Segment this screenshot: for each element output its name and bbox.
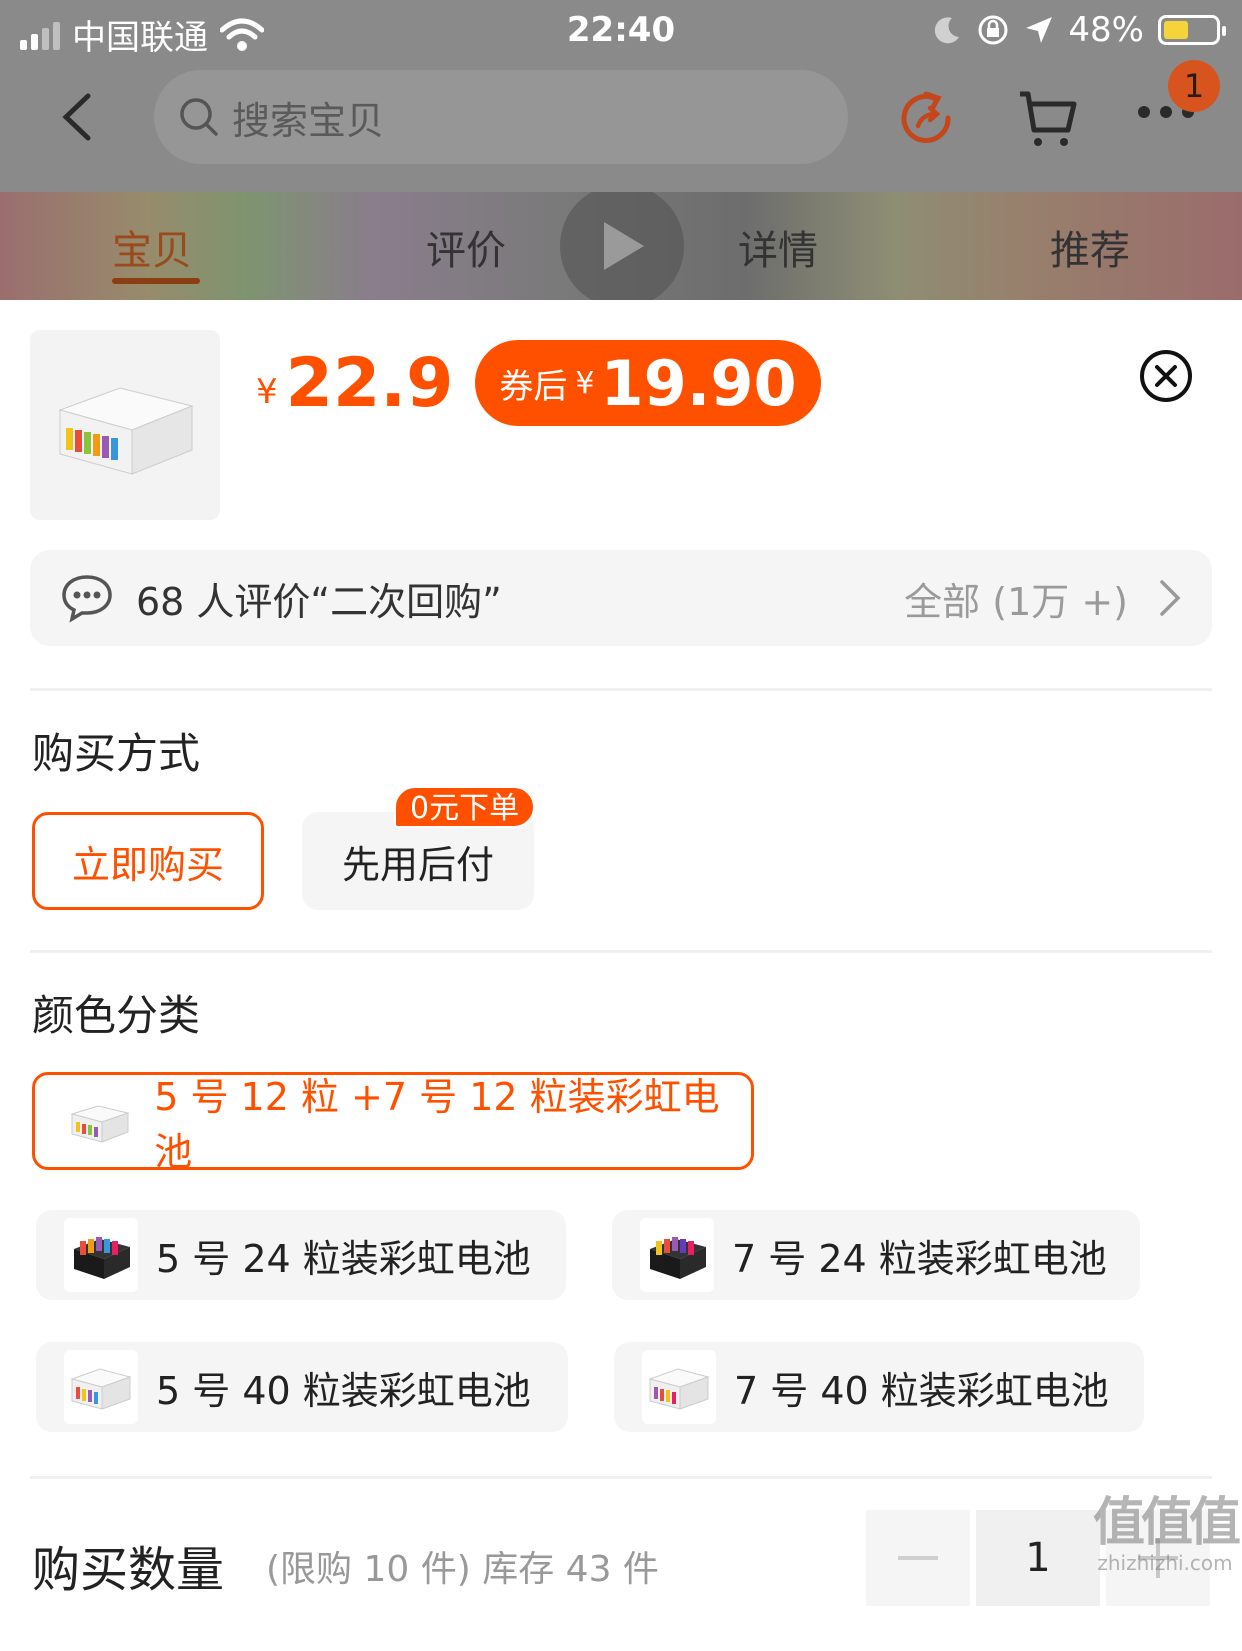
tab-details[interactable]: 详情 — [738, 218, 818, 276]
battery-box-image — [69, 1105, 130, 1143]
tab-reviews[interactable]: 评价 — [426, 218, 506, 276]
battery-box-image — [70, 1368, 132, 1410]
location-icon — [1026, 17, 1053, 43]
divider — [30, 688, 1212, 691]
tab-recommend[interactable]: 推荐 — [1050, 218, 1130, 276]
active-tab-indicator — [112, 278, 200, 284]
review-highlight: 68 人评价“二次回购” — [136, 579, 502, 624]
product-thumbnail — [30, 330, 220, 520]
option-label: 5 号 24 粒装彩虹电池 — [156, 1236, 531, 1281]
price-currency: ¥ — [256, 372, 278, 412]
color-option[interactable]: 5 号 40 粒装彩虹电池 — [36, 1342, 568, 1432]
sku-sheet: ¥ 22.9 券后 ¥ 19.90 68 人评价“二次回购” 全部 (1万 +)… — [0, 300, 1242, 1651]
status-right: 48% — [932, 10, 1226, 50]
watermark: 值值值 zhizhizhi.com — [1090, 1480, 1241, 1575]
close-icon[interactable] — [1138, 348, 1194, 404]
price-row: ¥ 22.9 券后 ¥ 19.90 — [256, 340, 821, 426]
battery-icon — [1158, 15, 1226, 45]
option-label: 7 号 24 粒装彩虹电池 — [732, 1236, 1107, 1281]
color-option[interactable]: 5 号 24 粒装彩虹电池 — [36, 1210, 566, 1300]
minus-icon — [898, 1556, 938, 1560]
quantity-note: (限购 10 件) 库存 43 件 — [266, 1549, 659, 1590]
watermark-logo: 值值值 — [1092, 1493, 1241, 1553]
color-option[interactable]: 7 号 24 粒装彩虹电池 — [612, 1210, 1140, 1300]
option-thumbnail — [640, 1218, 714, 1292]
option-thumbnail — [64, 1218, 138, 1292]
review-all-link[interactable]: 全部 (1万 +) — [904, 571, 1128, 626]
quantity-label: 购买数量 — [32, 1542, 225, 1598]
divider — [30, 1476, 1212, 1479]
video-play-icon[interactable] — [532, 192, 712, 300]
chevron-right-icon — [1160, 580, 1181, 616]
notification-badge: 1 — [1168, 60, 1220, 112]
option-thumbnail — [642, 1350, 716, 1424]
purchase-method-title: 购买方式 — [32, 729, 201, 778]
moon-icon — [935, 17, 960, 44]
coupon-currency: ¥ — [575, 365, 595, 401]
rotation-lock-icon — [978, 15, 1008, 45]
coupon-label: 券后 — [499, 366, 568, 407]
search-icon — [180, 98, 218, 136]
tab-item[interactable]: 宝贝 — [112, 218, 192, 276]
chat-bubble-icon — [62, 575, 112, 623]
color-option[interactable]: 5 号 12 粒 +7 号 12 粒装彩虹电池 — [32, 1072, 754, 1174]
battery-pack-image — [650, 1237, 706, 1279]
battery-pack-image — [74, 1237, 130, 1279]
navigation-bar: 搜索宝贝 1 — [0, 60, 1242, 172]
option-thumbnail — [64, 1350, 138, 1424]
option-label: 7 号 40 粒装彩虹电池 — [734, 1368, 1109, 1413]
pay-later-tag: 0元下单 — [394, 786, 536, 828]
price: 22.9 — [285, 343, 454, 423]
coupon-price: 19.90 — [600, 346, 797, 420]
search-input[interactable]: 搜索宝贝 — [154, 70, 848, 164]
back-arrow-icon[interactable] — [58, 92, 98, 142]
divider — [30, 950, 1212, 953]
review-summary-bar[interactable]: 68 人评价“二次回购” 全部 (1万 +) — [30, 550, 1212, 646]
option-thumbnail — [63, 1084, 137, 1158]
status-bar: 中国联通 22:40 48% — [0, 0, 1242, 62]
option-label: 5 号 12 粒 +7 号 12 粒装彩虹电池 — [154, 1075, 720, 1174]
battery-level — [1164, 21, 1188, 39]
battery-box-image — [648, 1368, 710, 1410]
quantity-value[interactable]: 1 — [976, 1510, 1100, 1606]
decrease-button[interactable] — [866, 1510, 970, 1606]
dimmed-background: 中国联通 22:40 48% 搜索宝贝 1 宝贝 评价 详情 推荐 — [0, 0, 1242, 300]
coupon-price-badge: 券后 ¥ 19.90 — [475, 340, 821, 426]
buy-now-option[interactable]: 立即购买 — [32, 812, 264, 910]
watermark-url: zhizhizhi.com — [1097, 1551, 1233, 1575]
color-category-title: 颜色分类 — [32, 991, 201, 1040]
battery-box-image — [58, 387, 194, 475]
option-label: 5 号 40 粒装彩虹电池 — [156, 1368, 531, 1413]
color-option[interactable]: 7 号 40 粒装彩虹电池 — [614, 1342, 1144, 1432]
search-placeholder: 搜索宝贝 — [232, 98, 385, 143]
battery-percent: 48% — [1068, 10, 1144, 50]
share-icon[interactable] — [896, 88, 960, 152]
cart-icon[interactable] — [1016, 88, 1080, 152]
